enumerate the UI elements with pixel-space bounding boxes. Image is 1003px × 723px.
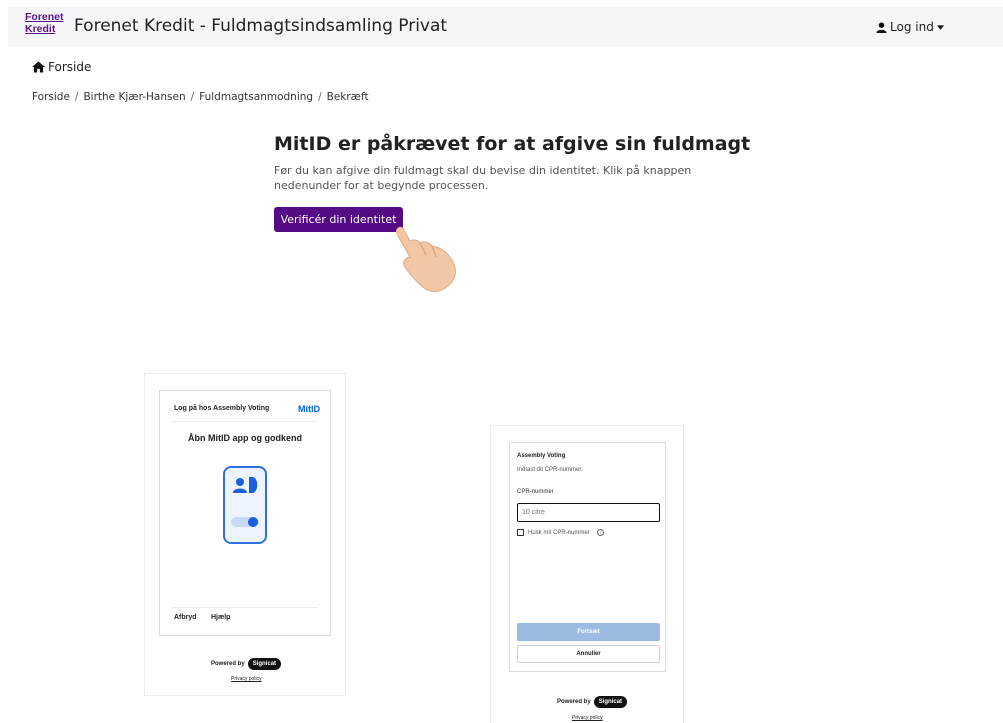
home-link[interactable]: Forside [32,60,91,74]
verify-identity-button[interactable]: Verificér din identitet [274,207,403,232]
login-dropdown[interactable]: Log ind [876,20,944,34]
breadcrumb-separator: / [74,91,79,103]
cpr-dialog: Assembly Voting Indtast dit CPR-nummer. … [509,442,666,672]
mitid-dialog: Log på hos Assembly Voting MitID Åbn Mit… [159,390,331,636]
abort-link[interactable]: Afbryd [174,614,197,621]
forenet-kredit-logo[interactable]: Forenet Kredit [25,11,64,35]
breadcrumb-separator: / [318,91,322,103]
top-navbar: Forenet Kredit Forenet Kredit - Fuldmagt… [8,7,1003,47]
checkbox[interactable] [517,529,524,536]
mitid-dialog-title: Åbn MitID app og godkend [188,433,302,443]
mitid-app-preview: Log på hos Assembly Voting MitID Åbn Mit… [144,373,346,696]
breadcrumb-item-request[interactable]: Fuldmagtsanmodning [199,91,313,103]
login-label: Log ind [890,20,934,34]
cpr-dialog-title: Assembly Voting [517,453,566,459]
breadcrumb: Forside / Birthe Kjær-Hansen / Fuldmagtsanmo… [32,91,369,103]
privacy-policy-link[interactable]: Privacy policy [572,715,603,721]
page-title: MitID er påkrævet for at afgive sin fuld… [274,133,751,155]
divider [172,607,318,608]
cpr-hint: Indtast dit CPR-nummer. [517,467,583,473]
divider [172,421,318,422]
app-title[interactable]: Forenet Kredit - Fuldmagtsindsamling Pri… [74,16,447,36]
signicat-logo: Signicat [593,696,628,708]
continue-button[interactable]: Fortsæt [517,623,660,641]
breadcrumb-separator: / [190,91,195,103]
remember-cpr-checkbox[interactable]: Husk mit CPR-nummer i [517,529,604,536]
mitid-logo: MitID [298,404,320,414]
powered-by-signicat: Powered by Signicat [211,658,282,670]
breadcrumb-item-home[interactable]: Forside [32,91,70,103]
mitid-dialog-header: Log på hos Assembly Voting [174,405,270,412]
cpr-input[interactable] [517,503,660,522]
home-icon [32,61,45,73]
caret-down-icon [936,24,944,30]
breadcrumb-item-confirm: Bekræft [326,91,369,103]
privacy-policy-link[interactable]: Privacy policy [231,676,262,682]
help-link[interactable]: Hjælp [211,614,230,621]
info-icon[interactable]: i [596,529,604,536]
remember-cpr-label: Husk mit CPR-nummer [528,529,590,536]
powered-by-signicat: Powered by Signicat [557,696,628,708]
mitid-phone-icon [223,466,267,544]
breadcrumb-item-person[interactable]: Birthe Kjær-Hansen [83,91,185,103]
user-icon [876,21,887,33]
pointing-hand-icon [396,226,456,292]
cpr-field-label: CPR-nummer [517,489,554,495]
cancel-button[interactable]: Annuller [517,645,660,663]
page-description: Før du kan afgive din fuldmagt skal du b… [274,164,692,192]
home-label: Forside [48,60,92,74]
signicat-logo: Signicat [247,658,282,670]
cpr-form-preview: Assembly Voting Indtast dit CPR-nummer. … [490,425,684,723]
